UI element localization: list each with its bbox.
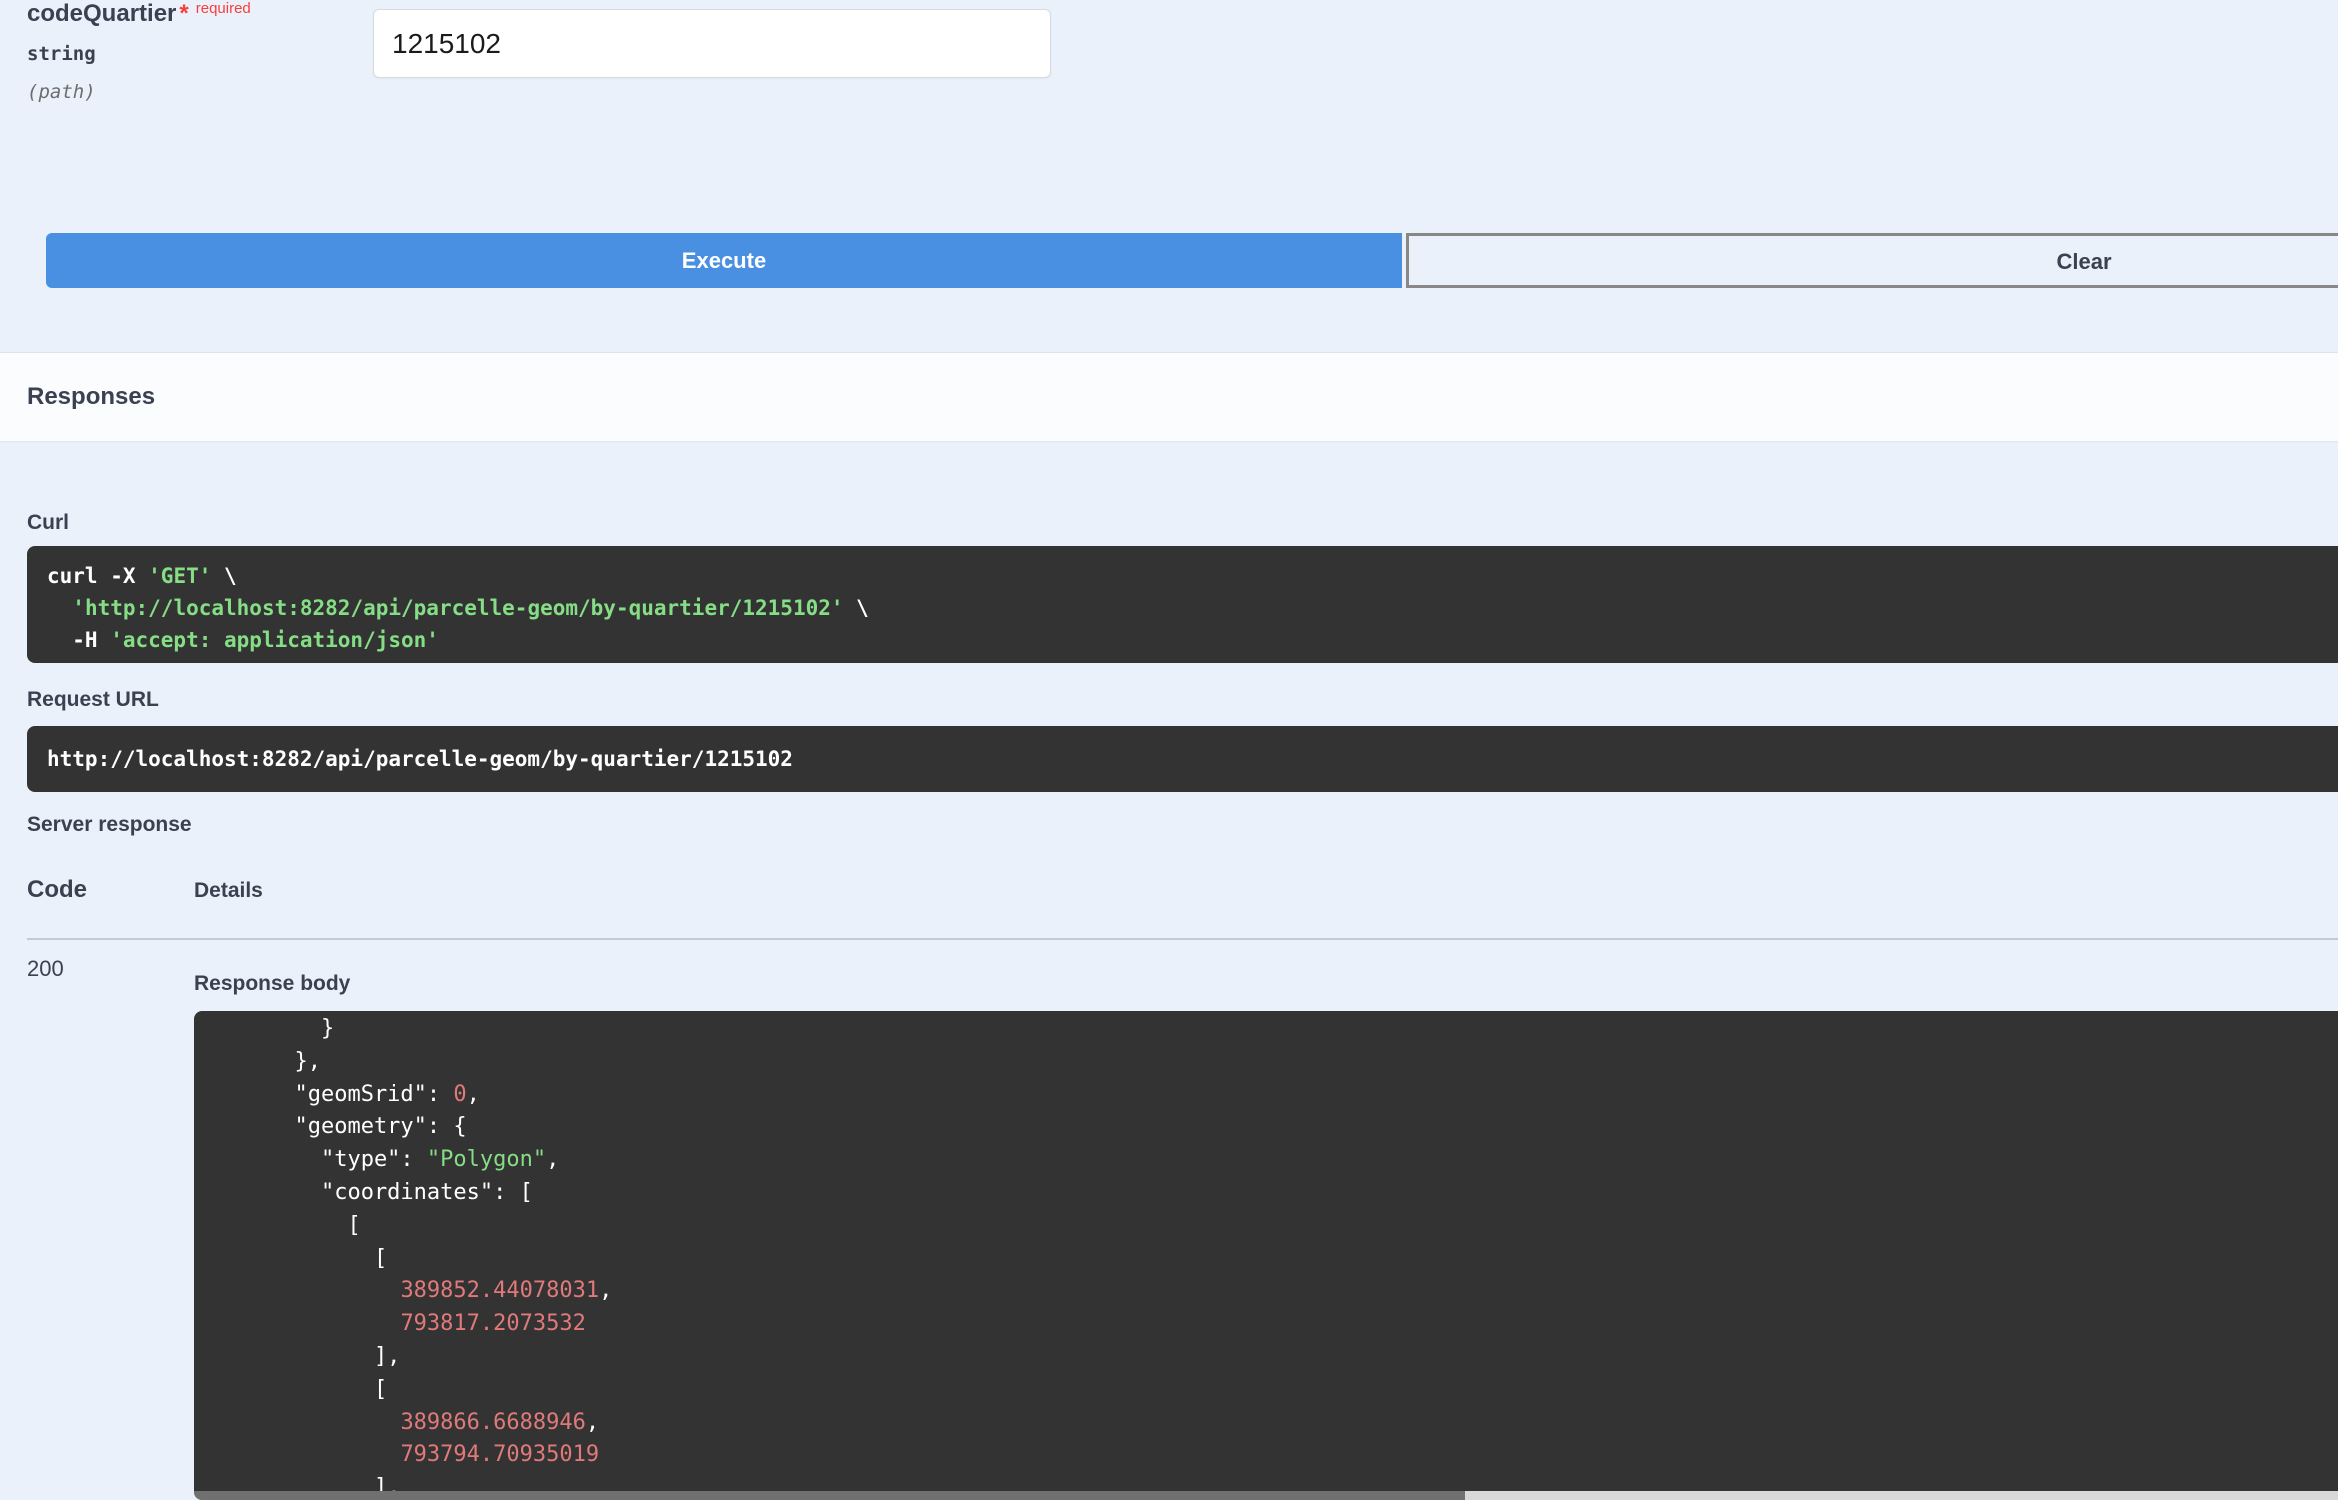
code-line: 389852.44078031, <box>400 1278 613 1304</box>
parameter-type: string <box>27 43 96 65</box>
horizontal-scrollbar-thumb[interactable] <box>194 1491 1465 1500</box>
code-line: 793817.2073532 <box>400 1311 586 1337</box>
response-table-divider <box>27 938 2338 940</box>
response-body-label: Response body <box>194 972 351 995</box>
code-line: 'http://localhost:8282/api/parcelle-geom… <box>72 596 869 620</box>
code-line: 793794.70935019 <box>400 1442 600 1468</box>
parameter-name: codeQuartier * required <box>27 0 251 28</box>
curl-label: Curl <box>27 511 69 534</box>
request-url-value: http://localhost:8282/api/parcelle-geom/… <box>47 747 793 771</box>
code-line: "geometry": { <box>215 1114 467 1140</box>
response-table-details-header: Details <box>194 879 263 902</box>
server-response-label: Server response <box>27 813 192 836</box>
code-line: ], <box>215 1343 401 1369</box>
code-line: "geomSrid": 0, <box>215 1081 480 1107</box>
code-line: "coordinates": [ <box>215 1179 533 1205</box>
code-line: curl -X 'GET' \ <box>47 564 237 588</box>
code-line: "type": "Polygon", <box>215 1147 560 1173</box>
execute-button[interactable]: Execute <box>46 233 1402 288</box>
required-asterisk: * <box>179 0 189 27</box>
clear-button[interactable]: Clear <box>1406 233 2338 288</box>
code-line: }, <box>215 1048 321 1074</box>
required-label: required <box>195 0 251 17</box>
responses-section-header: Responses <box>0 352 2338 441</box>
code-line: } <box>215 1016 335 1041</box>
response-body-block: } }, "geomSrid": 0, "geometry": { "type"… <box>194 1011 2338 1500</box>
parameter-location: (path) <box>27 81 96 103</box>
horizontal-scrollbar-track[interactable] <box>194 1491 2338 1500</box>
request-url-label: Request URL <box>27 688 159 711</box>
responses-title: Responses <box>27 383 156 410</box>
parameter-name-text: codeQuartier <box>27 0 177 27</box>
response-table-code-header: Code <box>27 876 87 903</box>
code-line: -H 'accept: application/json' <box>47 628 439 652</box>
code-line: 389866.6688946, <box>400 1409 600 1435</box>
curl-code-block: curl -X 'GET' \ 'http://localhost:8282/a… <box>27 546 2338 663</box>
status-code: 200 <box>27 956 64 981</box>
code-line: [ <box>215 1245 388 1271</box>
request-url-block: http://localhost:8282/api/parcelle-geom/… <box>27 726 2338 792</box>
parameter-value-input[interactable] <box>373 9 1051 78</box>
code-line: [ <box>215 1212 361 1238</box>
code-line: [ <box>215 1376 388 1402</box>
